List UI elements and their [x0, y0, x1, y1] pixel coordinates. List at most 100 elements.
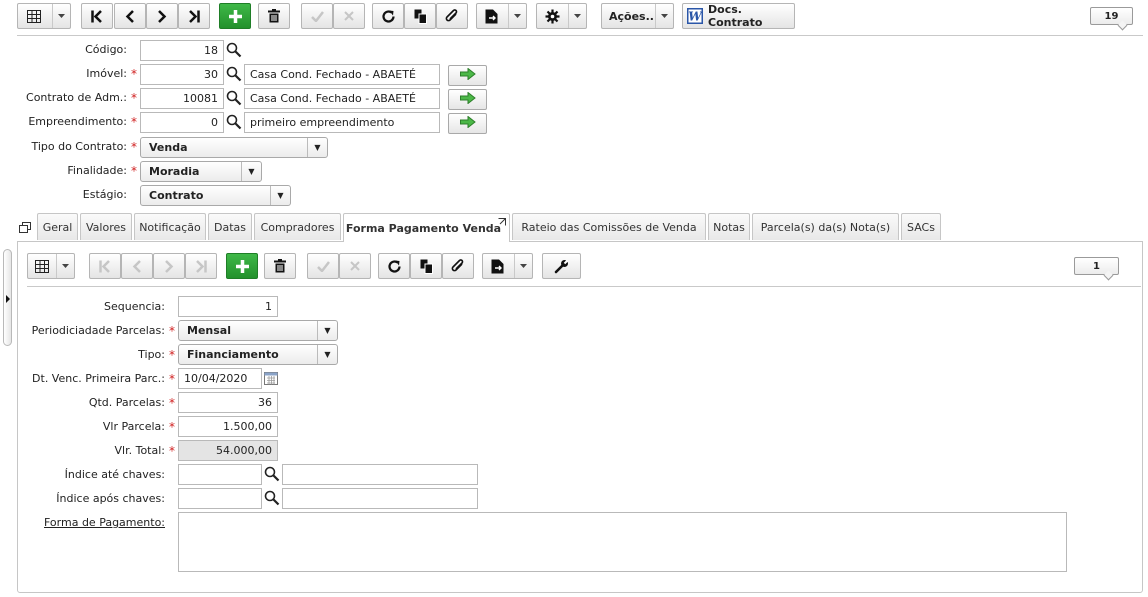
word-icon: W: [687, 8, 703, 24]
empreendimento-description-field[interactable]: primeiro empreendimento: [244, 112, 440, 133]
chevron-down-icon: [508, 4, 526, 28]
sub-grid-view-button[interactable]: [27, 253, 75, 279]
indice-ate-code-field[interactable]: [178, 464, 262, 485]
close-icon: [344, 11, 354, 21]
sub-cancel-button[interactable]: [339, 253, 371, 279]
forma-pagamento-textarea[interactable]: [178, 512, 1067, 572]
chevron-down-icon: ▼: [317, 321, 337, 340]
confirm-button[interactable]: [301, 3, 333, 29]
indice-apos-code-field[interactable]: [178, 488, 262, 509]
contrato-adm-open-button[interactable]: [448, 89, 487, 110]
previous-record-button[interactable]: [114, 3, 146, 29]
actions-label: Ações..: [609, 9, 654, 23]
tab-valores[interactable]: Valores: [80, 213, 132, 240]
finalidade-label: Finalidade:: [67, 164, 127, 177]
sub-first-record-button[interactable]: [89, 253, 121, 279]
finalidade-select[interactable]: Moradia ▼: [140, 161, 262, 182]
docs-contrato-button[interactable]: W Docs. Contrato: [682, 3, 795, 29]
sub-refresh-button[interactable]: [378, 253, 410, 279]
vlr-parcela-field[interactable]: 1.500,00: [178, 416, 278, 437]
search-icon[interactable]: [226, 42, 242, 58]
indice-ate-description-field[interactable]: [282, 464, 478, 485]
tab-label: Parcela(s) da(s) Nota(s): [760, 220, 891, 234]
grid-icon: [35, 260, 49, 273]
search-icon[interactable]: [226, 114, 242, 130]
tab-notas[interactable]: Notas: [708, 213, 750, 240]
forma-pagamento-label[interactable]: Forma de Pagamento:: [44, 516, 165, 529]
tab-geral[interactable]: Geral: [37, 213, 78, 240]
check-icon: [310, 10, 324, 22]
imovel-code-field[interactable]: 30: [140, 64, 224, 85]
tab-sacs[interactable]: SACs: [901, 213, 941, 240]
estagio-select[interactable]: Contrato ▼: [140, 185, 291, 206]
tipo-contrato-select[interactable]: Venda ▼: [140, 137, 328, 158]
delete-button[interactable]: [258, 3, 290, 29]
required-mark: *: [169, 372, 175, 386]
caret-right-icon: [6, 293, 10, 306]
chevron-right-icon: [157, 9, 167, 23]
arrow-right-icon: [459, 115, 476, 131]
contrato-adm-description-field[interactable]: Casa Cond. Fechado - ABAETÉ: [244, 88, 440, 109]
sub-confirm-button[interactable]: [307, 253, 339, 279]
restore-window-icon[interactable]: [19, 222, 31, 236]
search-icon[interactable]: [264, 466, 280, 482]
settings-button[interactable]: [536, 3, 587, 29]
indice-apos-label: Índice após chaves:: [56, 492, 165, 505]
sub-copy-button[interactable]: [410, 253, 442, 279]
sub-delete-button[interactable]: [264, 253, 296, 279]
sub-last-record-button[interactable]: [185, 253, 217, 279]
sub-next-record-button[interactable]: [153, 253, 185, 279]
contrato-adm-code-field[interactable]: 10081: [140, 88, 224, 109]
first-record-button[interactable]: [81, 3, 113, 29]
tab-parcelas-notas[interactable]: Parcela(s) da(s) Nota(s): [752, 213, 899, 240]
paperclip-icon: [451, 258, 465, 274]
search-icon[interactable]: [264, 490, 280, 506]
sub-export-button[interactable]: [482, 253, 533, 279]
indice-apos-description-field[interactable]: [282, 488, 478, 509]
export-button[interactable]: [476, 3, 527, 29]
last-record-button[interactable]: [178, 3, 210, 29]
dt-venc-field[interactable]: 10/04/2020: [178, 368, 262, 389]
search-icon[interactable]: [226, 90, 242, 106]
sequencia-field[interactable]: 1: [178, 296, 278, 317]
sub-tools-button[interactable]: [542, 253, 581, 279]
empreendimento-code-field[interactable]: 0: [140, 112, 224, 133]
popout-icon[interactable]: [498, 216, 506, 229]
imovel-description-field[interactable]: Casa Cond. Fechado - ABAETÉ: [244, 64, 440, 85]
refresh-button[interactable]: [372, 3, 404, 29]
empreendimento-open-button[interactable]: [448, 113, 487, 134]
tab-rateio-comissoes[interactable]: Rateio das Comissões de Venda: [512, 213, 706, 240]
tab-datas[interactable]: Datas: [208, 213, 252, 240]
vlr-total-field: 54.000,00: [178, 440, 278, 461]
tipo-select[interactable]: Financiamento ▼: [178, 344, 338, 365]
cancel-button[interactable]: [333, 3, 365, 29]
tab-label: Notas: [713, 220, 745, 234]
copy-button[interactable]: [404, 3, 436, 29]
required-mark: *: [131, 164, 137, 178]
chevron-down-icon: [655, 4, 673, 28]
periodicidade-select[interactable]: Mensal ▼: [178, 320, 338, 341]
add-button[interactable]: [219, 3, 251, 29]
sub-add-button[interactable]: [226, 253, 258, 279]
sub-attach-button[interactable]: [442, 253, 474, 279]
chevron-down-icon: ▼: [241, 162, 261, 181]
imovel-open-button[interactable]: [448, 65, 487, 86]
arrow-right-icon: [459, 91, 476, 107]
actions-menu-button[interactable]: Ações..: [601, 3, 674, 29]
sub-previous-record-button[interactable]: [121, 253, 153, 279]
tab-forma-pagamento-venda[interactable]: Forma Pagamento Venda: [343, 213, 510, 242]
refresh-icon: [387, 259, 402, 274]
grid-view-button[interactable]: [17, 3, 71, 29]
tab-notificacao[interactable]: Notificação: [134, 213, 206, 240]
side-panel-handle[interactable]: [3, 249, 12, 346]
codigo-field[interactable]: 18: [140, 40, 224, 61]
qtd-parcelas-field[interactable]: 36: [178, 392, 278, 413]
calendar-icon[interactable]: [264, 372, 278, 388]
next-record-button[interactable]: [146, 3, 178, 29]
trash-icon: [274, 259, 286, 273]
attach-button[interactable]: [436, 3, 468, 29]
search-icon[interactable]: [226, 66, 242, 82]
chevron-down-icon: [568, 4, 586, 28]
required-mark: *: [169, 348, 175, 362]
tab-compradores[interactable]: Compradores: [254, 213, 341, 240]
